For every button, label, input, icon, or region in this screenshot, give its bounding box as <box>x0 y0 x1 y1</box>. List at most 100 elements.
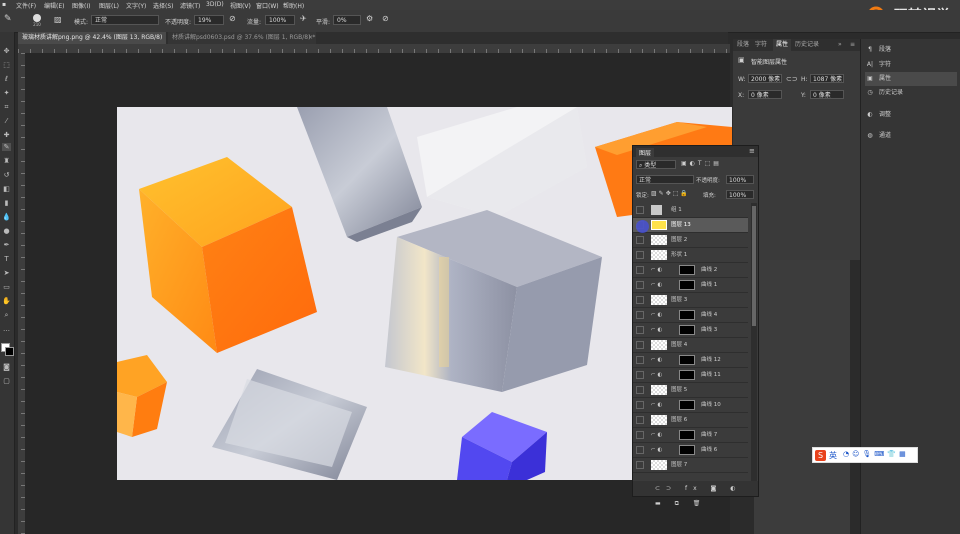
hand-tool-icon[interactable]: ✋ <box>2 297 11 305</box>
layer-row[interactable]: ⌐ ◐ 曲线 3 <box>633 323 748 338</box>
menu-file[interactable]: 文件(F) <box>16 1 36 10</box>
opacity-field[interactable]: 19% <box>194 15 224 25</box>
tab-properties[interactable]: 属性 <box>773 39 792 51</box>
menu-view[interactable]: 视图(V) <box>230 1 251 10</box>
history-brush-icon[interactable]: ↺ <box>2 171 11 179</box>
menu-layer[interactable]: 图层(L) <box>99 1 119 10</box>
visibility-toggle-icon[interactable] <box>636 281 644 289</box>
ime-language-label[interactable]: 英 <box>829 450 837 461</box>
menu-image[interactable]: 图像(I) <box>72 1 90 10</box>
magic-wand-icon[interactable]: ✦ <box>2 89 11 97</box>
layer-row[interactable]: 图层 6 <box>633 413 748 428</box>
visibility-toggle-icon[interactable] <box>636 251 644 259</box>
pressure-opacity-icon[interactable]: ⊘ <box>229 14 236 23</box>
tab-paragraph[interactable]: 段落 <box>737 39 749 51</box>
visibility-toggle-icon[interactable] <box>636 296 644 304</box>
more-tools-icon[interactable]: … <box>2 325 11 333</box>
layer-opacity-field[interactable]: 100% <box>726 175 754 184</box>
quick-mask-icon[interactable]: ◙ <box>2 363 11 371</box>
marquee-tool-icon[interactable]: ⬚ <box>2 61 11 69</box>
menu-window[interactable]: 窗口(W) <box>256 1 279 10</box>
menu-filter[interactable]: 滤镜(T) <box>180 1 200 10</box>
menu-select[interactable]: 选择(S) <box>153 1 174 10</box>
blur-tool-icon[interactable]: 💧 <box>2 213 11 221</box>
smoothing-field[interactable]: 0% <box>333 15 361 25</box>
tab-layers[interactable]: 图层 <box>636 148 655 157</box>
layer-thumbnail[interactable] <box>651 460 667 470</box>
layer-mask-thumbnail[interactable] <box>679 310 695 320</box>
visibility-toggle-icon[interactable] <box>636 326 644 334</box>
brush-tool-icon[interactable]: ✎ <box>4 14 12 24</box>
side-item-history[interactable]: ◷ 历史记录 <box>865 86 957 100</box>
layer-mask-thumbnail[interactable] <box>679 400 695 410</box>
visibility-toggle-icon[interactable] <box>636 266 644 274</box>
layer-mask-thumbnail[interactable] <box>679 325 695 335</box>
background-color-swatch[interactable] <box>5 347 14 356</box>
visibility-toggle-icon[interactable] <box>636 461 644 469</box>
layer-thumbnail[interactable] <box>651 415 667 425</box>
layer-row[interactable]: 图层 2 <box>633 233 748 248</box>
tab-character[interactable]: 字符 <box>755 39 767 51</box>
tab-history[interactable]: 历史记录 <box>795 39 819 51</box>
visibility-toggle-icon[interactable] <box>636 386 644 394</box>
layer-thumbnail[interactable] <box>651 340 667 350</box>
visibility-toggle-icon[interactable] <box>636 431 644 439</box>
visibility-toggle-icon[interactable] <box>636 371 644 379</box>
layer-row[interactable]: ⌐ ◐ 曲线 12 <box>633 353 748 368</box>
scrollbar-thumb[interactable] <box>752 206 756 326</box>
brush-panel-icon[interactable]: ▨ <box>54 15 62 24</box>
side-item-paragraph[interactable]: ¶ 段落 <box>865 43 957 57</box>
menu-help[interactable]: 帮助(H) <box>283 1 304 10</box>
filter-icons[interactable]: ▣◐T⬚▤ <box>681 160 722 167</box>
layer-row[interactable]: 图层 3 <box>633 293 748 308</box>
panel-menu-icon[interactable]: ≡ <box>749 147 755 155</box>
side-item-properties[interactable]: ▣ 属性 <box>865 72 957 86</box>
width-field[interactable]: 2000 像素 <box>748 74 782 83</box>
zoom-tool-icon[interactable]: ⌕ <box>2 311 11 319</box>
menu-3d[interactable]: 3D(D) <box>206 1 224 8</box>
layer-thumbnail[interactable] <box>651 250 667 260</box>
layers-footer-toolbar[interactable]: ⊂⊃ fx ◙ ◐ ▬ ⧉ 🗑 <box>633 481 758 507</box>
visibility-toggle-icon[interactable] <box>636 401 644 409</box>
layer-row[interactable]: 图层 13 <box>633 218 748 233</box>
layer-row[interactable]: ⌐ ◐ 曲线 10 <box>633 398 748 413</box>
layer-row[interactable]: 图层 5 <box>633 383 748 398</box>
x-field[interactable]: 0 像素 <box>748 90 782 99</box>
layer-mask-thumbnail[interactable] <box>679 355 695 365</box>
layer-thumbnail[interactable] <box>651 385 667 395</box>
side-item-channels[interactable]: ◍ 通道 <box>865 129 957 143</box>
mode-select[interactable]: 正常 <box>91 15 159 25</box>
pressure-size-icon[interactable]: ⊘ <box>382 14 389 23</box>
path-select-icon[interactable]: ➤ <box>2 269 11 277</box>
layer-row[interactable]: 组 1 <box>633 203 748 218</box>
healing-brush-icon[interactable]: ✚ <box>2 131 11 139</box>
gradient-tool-icon[interactable]: ▮ <box>2 199 11 207</box>
visibility-toggle-icon[interactable] <box>636 311 644 319</box>
pen-tool-icon[interactable]: ✒ <box>2 241 11 249</box>
flow-field[interactable]: 100% <box>265 15 295 25</box>
layer-mask-thumbnail[interactable] <box>679 280 695 290</box>
eyedropper-icon[interactable]: ⁄ <box>2 117 11 125</box>
tab-material-psd[interactable]: 材质讲解psd0603.psd @ 37.6% (图层 1, RGB/8) * … <box>168 32 316 44</box>
dodge-tool-icon[interactable]: ● <box>2 227 11 235</box>
gear-icon[interactable]: ⚙ <box>366 14 373 23</box>
layer-row[interactable]: 图层 7 <box>633 458 748 473</box>
move-tool-icon[interactable]: ✥ <box>2 47 11 55</box>
layers-scrollbar[interactable] <box>751 203 757 481</box>
airbrush-icon[interactable]: ✈ <box>300 14 307 23</box>
brush-tool-icon[interactable]: ✎ <box>2 143 11 151</box>
blend-mode-select[interactable]: 正常 <box>636 175 694 184</box>
layer-row[interactable]: ⌐ ◐ 曲线 2 <box>633 263 748 278</box>
layer-row[interactable]: 图层 4 <box>633 338 748 353</box>
layer-mask-thumbnail[interactable] <box>679 445 695 455</box>
ime-toolbar[interactable]: S 英 ◔☺🎙⌨👕▦ <box>812 447 918 463</box>
layer-row[interactable]: ⌐ ◐ 曲线 4 <box>633 308 748 323</box>
crop-tool-icon[interactable]: ⌗ <box>2 103 11 111</box>
side-item-character[interactable]: A| 字符 <box>865 58 957 72</box>
layer-row[interactable]: ⌐ ◐ 曲线 7 <box>633 428 748 443</box>
layer-thumbnail[interactable] <box>651 295 667 305</box>
layer-row[interactable]: 形状 1 <box>633 248 748 263</box>
visibility-toggle-icon[interactable] <box>636 206 644 214</box>
layer-thumbnail[interactable] <box>651 220 667 230</box>
link-icon[interactable]: ⊂⊃ <box>786 75 798 83</box>
